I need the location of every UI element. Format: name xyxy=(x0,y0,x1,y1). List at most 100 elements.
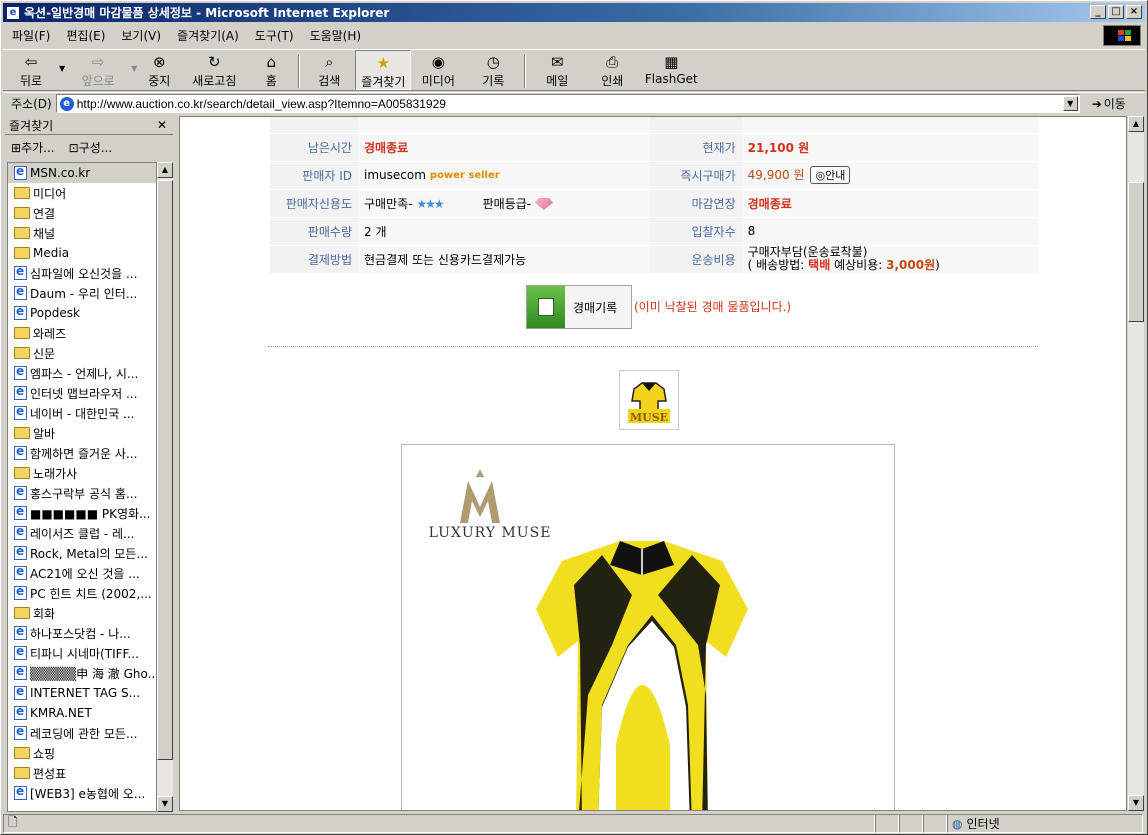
favorites-item[interactable]: 와레즈 xyxy=(8,323,156,343)
folder-icon xyxy=(14,207,30,219)
stop-button[interactable]: ⊗ 중지 xyxy=(137,50,181,90)
current-price-label: 현재가 xyxy=(649,133,742,162)
history-button[interactable]: ◷ 기록 xyxy=(465,50,521,90)
muse-logo-icon xyxy=(460,469,500,523)
menu-help[interactable]: 도움말(H) xyxy=(303,27,369,44)
favorites-item[interactable]: 회화 xyxy=(8,603,156,623)
forward-arrow-icon: ⇨ xyxy=(91,53,105,71)
page-scrollbar-thumb[interactable] xyxy=(1128,182,1144,322)
favorites-item[interactable]: 쇼핑 xyxy=(8,743,156,763)
favorites-item[interactable]: 함께하면 즐거운 사... xyxy=(8,443,156,463)
favorites-item-label: 채널 xyxy=(33,226,56,241)
favorites-item[interactable]: Media xyxy=(8,243,156,263)
favorites-item[interactable]: 심파일에 오신것을 ... xyxy=(8,263,156,283)
page-scroll-up-arrow-icon[interactable]: ▲ xyxy=(1128,116,1144,132)
favorites-item[interactable]: 노래가사 xyxy=(8,463,156,483)
favorites-item[interactable]: Daum - 우리 인터... xyxy=(8,283,156,303)
favorites-item[interactable]: ▒▒▒▒▒申 海 澈 Gho... xyxy=(8,663,156,683)
favorites-item[interactable]: 신문 xyxy=(8,343,156,363)
close-button[interactable]: × xyxy=(1126,5,1142,19)
scroll-up-arrow-icon[interactable]: ▲ xyxy=(157,162,173,178)
favorites-item[interactable]: 채널 xyxy=(8,223,156,243)
stop-icon: ⊗ xyxy=(153,53,166,71)
favorites-item-label: PC 힌트 치트 (2002,... xyxy=(30,586,152,601)
favorites-item[interactable]: 네이버 - 대한민국 ... xyxy=(8,403,156,423)
menu-edit[interactable]: 편집(E) xyxy=(59,27,112,44)
menu-favorites[interactable]: 즐겨찾기(A) xyxy=(170,27,246,44)
close-pane-icon[interactable]: ✕ xyxy=(157,118,167,132)
favorites-folder-icon: ★ xyxy=(376,54,391,72)
favorites-pane-tools: ⊞추가... ⊡구성... xyxy=(5,135,173,159)
seller-id-link[interactable]: imusecom xyxy=(364,168,426,182)
auction-record-button[interactable]: 경매기록 xyxy=(526,285,632,329)
favorites-button[interactable]: ★ 즐겨찾기 xyxy=(355,50,412,90)
favorites-item[interactable]: 인터넷 맵브라우저 ... xyxy=(8,383,156,403)
favorites-item[interactable]: Rock, Metal의 모든... xyxy=(8,543,156,563)
page-scrollbar[interactable]: ▲ ▼ xyxy=(1128,116,1144,811)
favorites-item-label: 쇼핑 xyxy=(33,746,56,761)
maximize-button[interactable]: □ xyxy=(1108,5,1124,19)
add-favorite-button[interactable]: ⊞추가... xyxy=(11,139,55,156)
favorites-item-label: 알바 xyxy=(33,426,56,441)
favorites-item[interactable]: 레이서즈 클럽 - 레... xyxy=(8,523,156,543)
back-button[interactable]: ⇦ 뒤로 xyxy=(3,50,59,90)
search-button[interactable]: ⌕ 검색 xyxy=(303,50,355,90)
product-thumbnail[interactable]: MUSE xyxy=(619,370,679,430)
address-dropdown-button[interactable]: ▼ xyxy=(1062,96,1078,111)
scroll-down-arrow-icon[interactable]: ▼ xyxy=(157,796,173,812)
favorites-item[interactable]: ■■■■■■ PK영화... xyxy=(8,503,156,523)
favorites-item[interactable]: 편성표 xyxy=(8,763,156,783)
page-icon xyxy=(14,524,27,540)
status-pane xyxy=(875,814,899,833)
flashget-button[interactable]: ▦ FlashGet xyxy=(639,50,703,90)
favorites-item[interactable]: 홍스구락부 공식 홈... xyxy=(8,483,156,503)
favorites-item[interactable]: 알바 xyxy=(8,423,156,443)
menu-tools[interactable]: 도구(T) xyxy=(248,27,301,44)
globe-icon: ◍ xyxy=(952,816,963,831)
address-url[interactable]: http://www.auction.co.kr/search/detail_v… xyxy=(77,97,446,111)
bidders-label: 입찰자수 xyxy=(649,217,742,246)
go-button[interactable]: ➔ 이동 xyxy=(1092,95,1126,112)
favorites-item[interactable]: [WEB3] e농협에 오... xyxy=(8,783,156,803)
favorites-item[interactable]: MSN.co.kr xyxy=(8,163,156,183)
favorites-item[interactable]: 미디어 xyxy=(8,183,156,203)
page-icon xyxy=(14,444,27,460)
status-bar: 🗋 ◍ 인터넷 xyxy=(3,814,1145,834)
favorites-item[interactable]: 엠파스 - 언제나, 시... xyxy=(8,363,156,383)
favorites-item[interactable]: 레코딩에 관한 모든... xyxy=(8,723,156,743)
home-button[interactable]: ⌂ 홈 xyxy=(247,50,295,90)
history-icon: ◷ xyxy=(486,53,500,71)
minimize-button[interactable]: _ xyxy=(1090,5,1106,19)
folder-icon xyxy=(14,427,30,439)
page-scroll-down-arrow-icon[interactable]: ▼ xyxy=(1128,795,1144,811)
favorites-scrollbar[interactable]: ▲ ▼ xyxy=(157,162,173,812)
print-button[interactable]: ⎙ 인쇄 xyxy=(585,50,639,90)
favorites-item-label: ■■■■■■ PK영화... xyxy=(30,506,151,521)
menu-file[interactable]: 파일(F) xyxy=(5,27,57,44)
menu-view[interactable]: 보기(V) xyxy=(114,27,168,44)
media-button[interactable]: ◉ 미디어 xyxy=(411,50,465,90)
page-icon xyxy=(14,164,27,180)
forward-button[interactable]: ⇨ 앞으로 xyxy=(65,50,131,90)
page-icon xyxy=(14,284,27,300)
folder-icon xyxy=(14,607,30,619)
guide-button[interactable]: ◎안내 xyxy=(810,166,851,184)
favorites-item[interactable]: 하나포스닷컴 - 나... xyxy=(8,623,156,643)
refresh-button[interactable]: ↻ 새로고침 xyxy=(181,50,247,90)
scrollbar-thumb[interactable] xyxy=(157,180,173,760)
mail-button[interactable]: ✉ 메일 xyxy=(529,50,585,90)
favorites-item[interactable]: INTERNET TAG S... xyxy=(8,683,156,703)
favorites-item[interactable]: KMRA.NET xyxy=(8,703,156,723)
table-row: 판매자신용도 구매만족- ★★★ 판매등급- 마감연장 경매종료 xyxy=(270,189,1038,218)
address-input[interactable]: e http://www.auction.co.kr/search/detail… xyxy=(55,94,1080,113)
favorites-item[interactable]: 연결 xyxy=(8,203,156,223)
page-icon xyxy=(14,664,27,680)
favorites-item[interactable]: 티파니 시네마(TIFF... xyxy=(8,643,156,663)
organize-favorites-button[interactable]: ⊡구성... xyxy=(69,139,113,156)
favorites-item[interactable]: Popdesk xyxy=(8,303,156,323)
favorites-pane-header: 즐겨찾기 ✕ xyxy=(5,116,173,135)
favorites-item[interactable]: PC 힌트 치트 (2002,... xyxy=(8,583,156,603)
favorites-item[interactable]: AC21에 오신 것을 ... xyxy=(8,563,156,583)
page-icon xyxy=(14,264,27,280)
favorites-item-label: 와레즈 xyxy=(33,326,67,341)
